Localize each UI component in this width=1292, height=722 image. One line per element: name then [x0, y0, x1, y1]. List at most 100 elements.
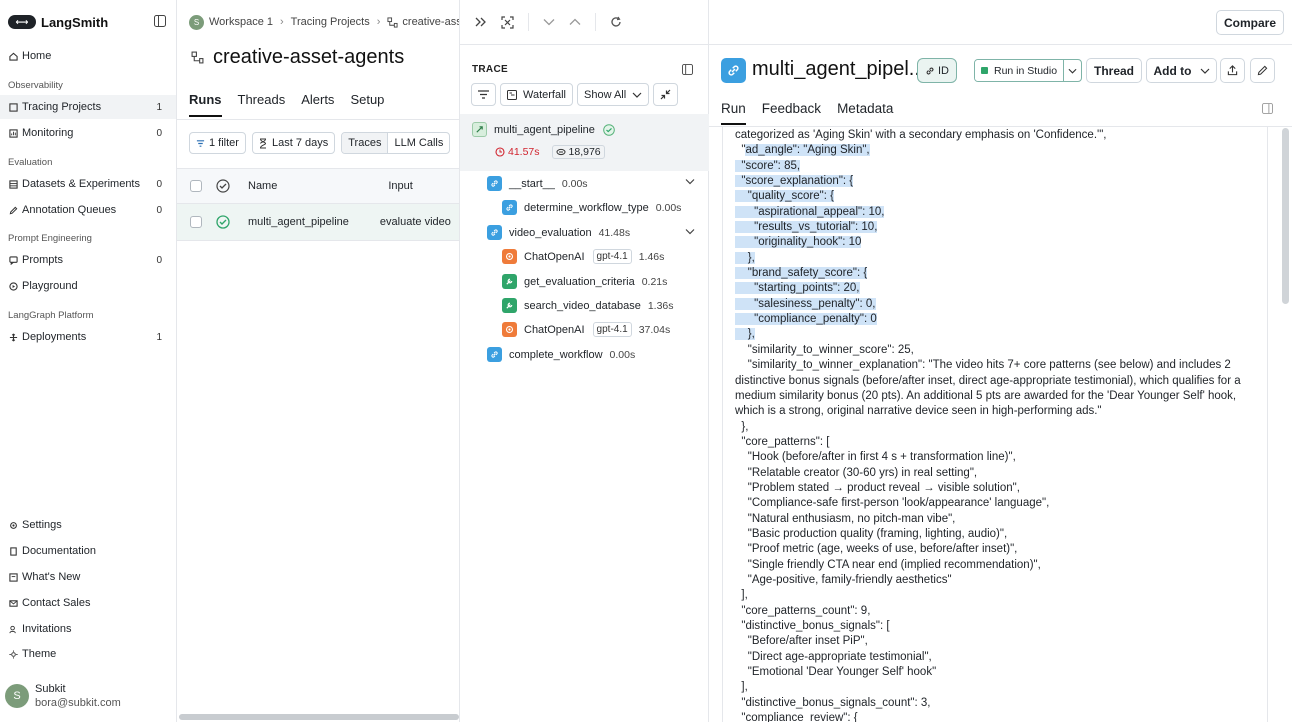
breadcrumb-workspace[interactable]: Workspace 1 [209, 16, 273, 28]
app-logo[interactable]: ⟷ LangSmith [8, 12, 108, 32]
waterfall-button[interactable]: Waterfall [500, 83, 573, 106]
chevron-down-icon [1068, 68, 1077, 74]
copy-id-button[interactable]: ID [917, 58, 957, 83]
table-row[interactable]: multi_agent_pipeline evaluate video [177, 204, 459, 241]
sidebar-item-prompts[interactable]: Prompts 0 [0, 248, 176, 272]
toggle-llm-calls[interactable]: LLM Calls [388, 133, 449, 153]
code-line: "distinctive_bonus_signals": [ [735, 619, 1255, 634]
divider [595, 13, 596, 31]
tab-metadata[interactable]: Metadata [837, 101, 893, 125]
run-in-studio-button[interactable]: Run in Studio [975, 60, 1064, 81]
column-header-name[interactable]: Name [248, 180, 277, 192]
trace-node[interactable]: determine_workflow_type 0.00s [502, 200, 681, 215]
sidebar-item-count: 0 [156, 178, 162, 190]
selected-code-text: "score_explanation": { [735, 175, 854, 188]
chevron-up-icon[interactable] [569, 18, 581, 26]
filter-button[interactable]: 1 filter [189, 132, 246, 154]
code-text: distinctive bonus signals (before/after … [735, 374, 1241, 387]
code-text: which is a strong, original narrative de… [735, 405, 1102, 418]
breadcrumb-tracing-projects[interactable]: Tracing Projects [291, 16, 370, 28]
breadcrumb-project[interactable]: creative-asse [402, 16, 467, 28]
sidebar-item-settings[interactable]: Settings [0, 513, 176, 537]
trace-node[interactable]: get_evaluation_criteria 0.21s [502, 274, 667, 289]
row-checkbox[interactable] [190, 216, 202, 228]
edit-button[interactable] [1250, 58, 1275, 83]
divider [177, 119, 459, 120]
code-line: "similarity_to_winner_explanation": "The… [735, 358, 1255, 373]
output-json-viewer[interactable]: categorized as 'Aging Skin' with a secon… [722, 127, 1268, 722]
sidebar-item-datasets[interactable]: Datasets & Experiments 0 [0, 172, 176, 196]
collapse-all-button[interactable] [653, 83, 679, 106]
gear-icon [8, 520, 18, 530]
sidebar-item-whats-new[interactable]: What's New [0, 565, 176, 589]
section-title-observability: Observability [8, 80, 63, 91]
chevron-down-icon[interactable] [685, 178, 695, 185]
code-block: categorized as 'Aging Skin' with a secon… [735, 128, 1255, 722]
panel-layout-icon[interactable] [1262, 103, 1273, 114]
toggle-traces[interactable]: Traces [342, 133, 389, 153]
date-range-button[interactable]: Last 7 days [251, 132, 336, 154]
deploy-icon [8, 332, 18, 342]
code-text: " [735, 144, 746, 157]
studio-dropdown-button[interactable] [1063, 60, 1081, 81]
sidebar-collapse-icon[interactable] [154, 15, 166, 27]
llm-icon [502, 322, 517, 337]
chevron-down-icon[interactable] [685, 228, 695, 235]
sidebar-item-theme[interactable]: Theme [0, 642, 176, 666]
table-header: Name Input [177, 168, 459, 204]
sidebar-item-deployments[interactable]: Deployments 1 [0, 325, 176, 349]
tab-setup[interactable]: Setup [350, 92, 384, 117]
chevron-down-icon[interactable] [543, 18, 555, 26]
trace-node[interactable]: ChatOpenAI gpt-4.1 1.46s [502, 249, 664, 264]
trace-node[interactable]: video_evaluation 41.48s [487, 225, 630, 240]
trace-root-row[interactable]: multi_agent_pipeline 41.57s 18,976 [460, 114, 709, 171]
trace-node[interactable]: __start__ 0.00s [487, 176, 588, 191]
tab-runs[interactable]: Runs [189, 92, 222, 117]
status-column-icon [216, 179, 230, 193]
tab-feedback[interactable]: Feedback [762, 101, 821, 125]
sidebar-item-label: Playground [22, 280, 78, 292]
filter-button-label: 1 filter [209, 137, 239, 149]
sidebar-item-contact-sales[interactable]: Contact Sales [0, 591, 176, 615]
sidebar-item-monitoring[interactable]: Monitoring 0 [0, 121, 176, 145]
panel-layout-icon[interactable] [682, 64, 693, 75]
code-line: "Single friendly CTA near end (implied r… [735, 558, 1255, 573]
document-icon [8, 546, 18, 556]
show-all-dropdown[interactable]: Show All [577, 83, 650, 106]
sidebar-item-documentation[interactable]: Documentation [0, 539, 176, 563]
tab-run[interactable]: Run [721, 101, 746, 125]
code-line: "compliance_penalty": 0 [735, 312, 1255, 327]
horizontal-scrollbar[interactable] [179, 714, 459, 720]
trace-node[interactable]: ChatOpenAI gpt-4.1 37.04s [502, 322, 670, 337]
share-button[interactable] [1220, 58, 1245, 83]
root-latency: 41.57s [508, 146, 540, 158]
code-text: "core_patterns": [ [735, 435, 830, 448]
sidebar-item-home[interactable]: Home [0, 44, 176, 68]
column-header-input[interactable]: Input [388, 180, 412, 192]
trace-node[interactable]: complete_workflow 0.00s [487, 347, 635, 362]
token-badge: 18,976 [551, 145, 605, 159]
expand-icon[interactable] [501, 15, 514, 29]
tab-alerts[interactable]: Alerts [301, 92, 334, 117]
vertical-scrollbar[interactable] [1282, 128, 1289, 304]
sidebar-item-invitations[interactable]: Invitations [0, 617, 176, 641]
collapse-panel-icon[interactable] [474, 16, 487, 28]
add-to-button[interactable]: Add to [1146, 58, 1217, 83]
trace-node[interactable]: search_video_database 1.36s [502, 298, 674, 313]
trace-node-duration: 1.46s [638, 250, 665, 263]
sidebar-item-playground[interactable]: Playground [0, 274, 176, 298]
sidebar-item-annotation-queues[interactable]: Annotation Queues 0 [0, 198, 176, 222]
code-text: "Direct age-appropriate testimonial", [735, 650, 932, 663]
success-check-icon [603, 123, 615, 136]
sidebar-item-tracing-projects[interactable]: Tracing Projects 1 [0, 95, 176, 119]
code-line: "compliance_review": { [735, 711, 1255, 722]
user-profile[interactable]: S Subkit bora@subkit.com [5, 682, 121, 710]
selected-code-text: }, [735, 251, 755, 264]
waterfall-icon [507, 89, 517, 100]
tab-threads[interactable]: Threads [238, 92, 286, 117]
filter-lines-button[interactable] [471, 83, 496, 106]
refresh-icon[interactable] [610, 16, 622, 28]
compare-button[interactable]: Compare [1216, 10, 1284, 35]
thread-button[interactable]: Thread [1086, 58, 1142, 83]
select-all-checkbox[interactable] [190, 180, 202, 192]
